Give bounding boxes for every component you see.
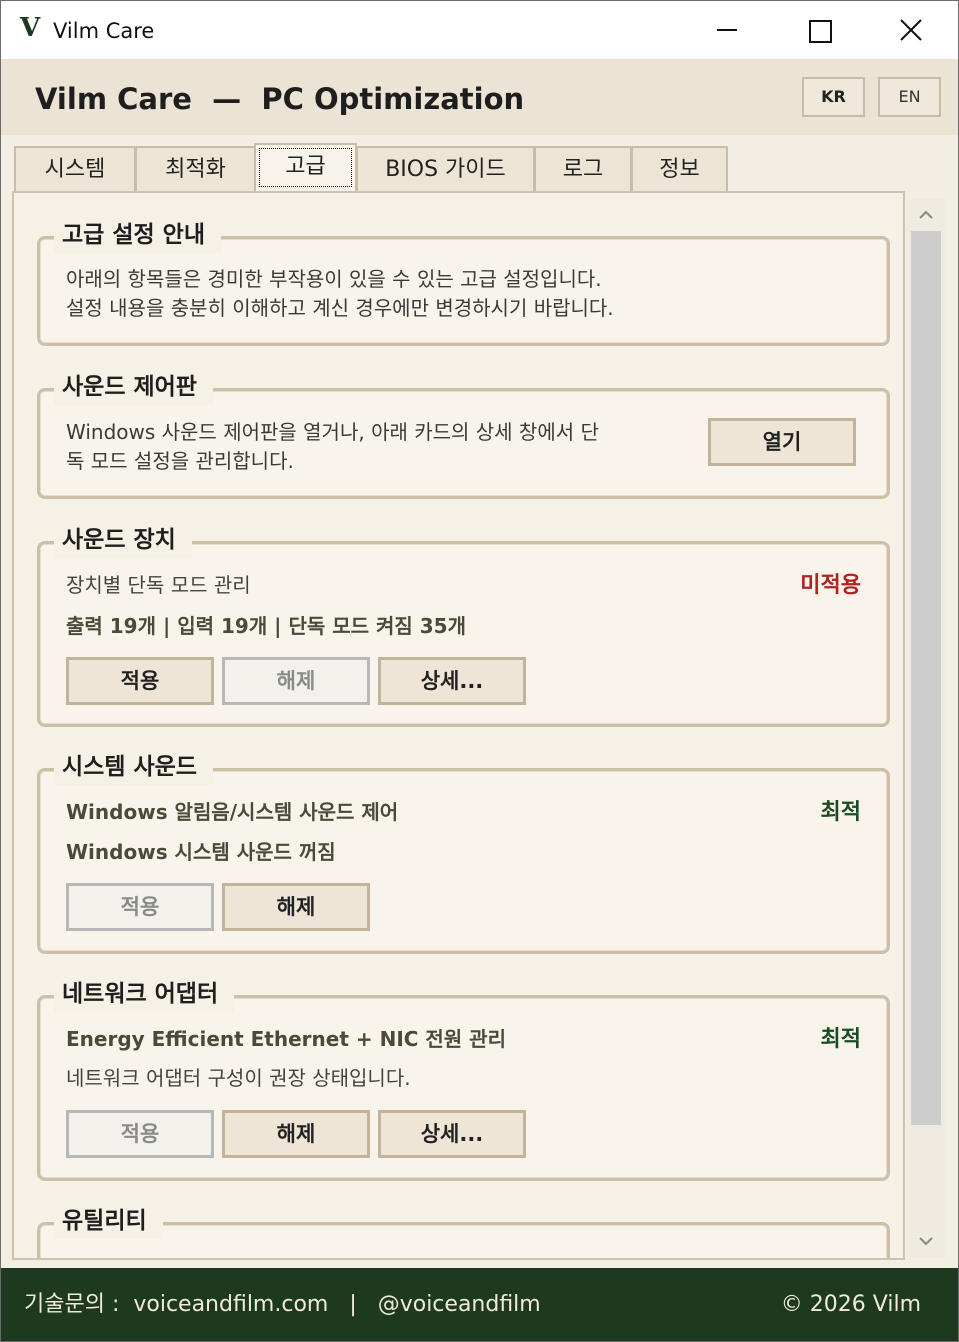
logo-v-icon: V — [20, 13, 41, 43]
sound-panel-line-1: Windows 사운드 제어판을 열거나, 아래 카드의 상세 창에서 단 — [66, 420, 599, 444]
tab-focus-rect — [259, 148, 352, 187]
footer-copyright: © 2026 Vilm — [780, 1292, 921, 1317]
sound-devices-line-1: 장치별 단독 모드 관리 — [66, 573, 251, 597]
app-window: V Vilm Care Vilm Care — PC Optimization … — [0, 0, 959, 1342]
sound-devices-line-2: 출력 19개 | 입력 19개 | 단독 모드 켜짐 35개 — [66, 614, 466, 638]
open-sound-panel-button[interactable]: 열기 — [708, 418, 856, 466]
advanced-content-panel[interactable]: 고급 설정 안내 아래의 항목들은 경미한 부작용이 있을 수 있는 고급 설정… — [12, 191, 905, 1260]
chevron-up-icon[interactable] — [907, 199, 945, 229]
group-title: 네트워크 어댑터 — [54, 976, 235, 1012]
notice-line-1: 아래의 항목들은 경미한 부작용이 있을 수 있는 고급 설정입니다. — [66, 267, 602, 291]
title-bar: V Vilm Care — [1, 1, 958, 59]
chevron-down-icon[interactable] — [907, 1227, 945, 1257]
footer-contact: 기술문의 : voiceandfilm.com | @voiceandfilm — [24, 1292, 541, 1317]
app-header: Vilm Care — PC Optimization KR EN — [1, 59, 958, 135]
scrollbar-thumb[interactable] — [911, 231, 941, 1125]
tab-bios-guide[interactable]: BIOS 가이드 — [356, 146, 535, 191]
apply-button[interactable]: 적용 — [66, 657, 214, 705]
status-badge: 최적 — [820, 800, 861, 825]
sound-devices-group: 사운드 장치 장치별 단독 모드 관리 출력 19개 | 입력 19개 | 단독… — [37, 522, 890, 727]
tab-log[interactable]: 로그 — [534, 146, 632, 191]
notice-line-2: 설정 내용을 충분히 이해하고 계신 경우에만 변경하시기 바랍니다. — [66, 296, 614, 320]
apply-button[interactable]: 적용 — [66, 1110, 214, 1158]
window-title: Vilm Care — [53, 19, 155, 43]
network-adapter-line-2: 네트워크 어댑터 구성이 권장 상태입니다. — [66, 1066, 411, 1090]
advanced-notice-group: 고급 설정 안내 아래의 항목들은 경미한 부작용이 있을 수 있는 고급 설정… — [37, 217, 890, 346]
group-title: 시스템 사운드 — [54, 749, 213, 785]
language-en-button[interactable]: EN — [878, 77, 941, 117]
revert-button[interactable]: 해제 — [222, 657, 370, 705]
network-adapter-line-1: Energy Efficient Ethernet + NIC 전원 관리 — [66, 1027, 506, 1051]
revert-button[interactable]: 해제 — [222, 883, 370, 931]
status-badge: 미적용 — [800, 573, 861, 598]
sound-panel-group: 사운드 제어판 Windows 사운드 제어판을 열거나, 아래 카드의 상세 … — [37, 369, 890, 499]
detail-button[interactable]: 상세... — [378, 1110, 526, 1158]
footer: 기술문의 : voiceandfilm.com | @voiceandfilm … — [1, 1268, 958, 1341]
tab-system[interactable]: 시스템 — [14, 146, 136, 191]
utility-group: 유틸리티 — [37, 1203, 890, 1258]
group-title: 사운드 장치 — [54, 522, 192, 558]
tab-optimization[interactable]: 최적화 — [135, 146, 256, 191]
group-title: 고급 설정 안내 — [54, 217, 221, 253]
close-icon[interactable] — [865, 1, 957, 59]
apply-button[interactable]: 적용 — [66, 883, 214, 931]
system-sound-group: 시스템 사운드 Windows 알림음/시스템 사운드 제어 Windows 시… — [37, 749, 890, 954]
revert-button[interactable]: 해제 — [222, 1110, 370, 1158]
tab-advanced[interactable]: 고급 — [254, 143, 357, 191]
system-sound-line-1: Windows 알림음/시스템 사운드 제어 — [66, 800, 399, 824]
group-title: 유틸리티 — [54, 1203, 163, 1239]
network-adapter-group: 네트워크 어댑터 Energy Efficient Ethernet + NIC… — [37, 976, 890, 1181]
page-title: Vilm Care — PC Optimization — [35, 82, 525, 116]
sound-panel-line-2: 독 모드 설정을 관리합니다. — [66, 449, 294, 473]
detail-button[interactable]: 상세... — [378, 657, 526, 705]
minimize-icon[interactable] — [681, 1, 773, 59]
tab-info[interactable]: 정보 — [631, 146, 728, 191]
status-badge: 최적 — [820, 1027, 861, 1052]
system-sound-line-2: Windows 시스템 사운드 꺼짐 — [66, 840, 336, 864]
language-kr-button[interactable]: KR — [802, 77, 865, 117]
group-title: 사운드 제어판 — [54, 369, 213, 405]
maximize-icon[interactable] — [773, 1, 865, 59]
vertical-scrollbar[interactable] — [907, 199, 945, 1257]
